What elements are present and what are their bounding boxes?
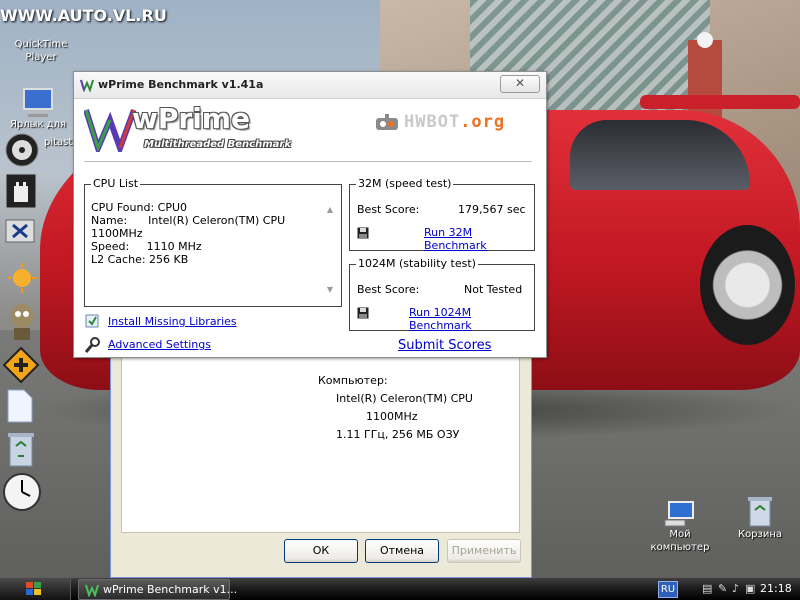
wprime-logo-icon [84,108,136,152]
taskbar: wPrime Benchmark v1... RU ▤ ✎ ♪ ▣ 21:18 [0,578,800,600]
wprime-logo-subtitle: Multithreaded Benchmark [144,139,291,150]
monitor-icon [23,88,53,117]
desktop-icon-label: компьютер [650,542,710,553]
quicktime-icon [41,22,42,38]
my-computer-icon [664,501,694,527]
hwbot-logo-prefix: HWBOT [404,112,461,132]
desktop-icon-label: pitast [44,137,73,148]
computer-label: Компьютер: [318,374,388,387]
arrows-icon[interactable] [2,346,40,384]
clock-icon[interactable] [2,472,42,512]
desktop-icon-label: Ярлык для [9,119,67,130]
run-1024m-benchmark-link[interactable]: Run 1024M Benchmark [409,306,534,332]
cpu-name-line: Intel(R) Celeron(TM) CPU [336,392,473,405]
wprime-titlebar[interactable]: wPrime Benchmark v1.41a ✕ [74,72,546,99]
taskbar-clock[interactable]: 21:18 [760,582,792,595]
desktop-icon-recycle-bin[interactable]: Корзина [730,494,790,541]
stability-best-score-value: Not Tested [464,283,523,296]
speed-best-score-label: Best Score: [357,203,420,216]
desktop-icon-my-computer[interactable]: Мой компьютер [640,500,720,554]
cd-icon [5,133,39,167]
run-32m-benchmark-link[interactable]: Run 32M Benchmark [424,226,534,252]
tray-network-icon[interactable]: ▤ [702,582,712,595]
cpu-memory-line: 1.11 ГГц, 256 МБ ОЗУ [336,428,460,441]
apply-button[interactable]: Применить [447,539,521,563]
tray-tools-icon[interactable]: ✎ [718,582,727,595]
close-icon: ✕ [514,76,526,90]
wprime-logo-text: wPrime [132,102,250,135]
language-indicator[interactable]: RU [658,581,678,598]
wprime-logo: wPrime Multithreaded Benchmark [84,102,304,154]
speed-test-group: 32M (speed test) Best Score: 179,567 sec… [349,177,535,252]
x-app-icon[interactable] [4,216,38,250]
scroll-down-icon[interactable]: ▼ [327,285,333,294]
stability-test-legend: 1024M (stability test) [356,257,478,270]
hwbot-logo-suffix: .org [460,112,506,132]
scroll-up-icon[interactable]: ▲ [327,205,333,214]
ok-button[interactable]: ОК [284,539,358,563]
cpu-list-text[interactable]: CPU Found: CPU0 Name: Intel(R) Celeron(T… [91,201,285,266]
close-button[interactable]: ✕ [500,75,540,93]
wallpaper-lamp [697,32,713,48]
desktop-icon-label: Мой [669,529,691,540]
desktop-icon-shortcut[interactable]: Ярлык для [2,86,74,131]
wallpaper-wheel [700,225,795,345]
start-button[interactable] [0,578,71,600]
wallpaper-spoiler [640,95,800,109]
tray-speaker-icon[interactable]: ♪ [732,582,739,595]
speed-best-score-value: 179,567 sec [458,203,526,216]
castle-icon[interactable] [4,172,38,210]
desktop-icon-quicktime[interactable]: QuickTime Player [6,22,76,64]
tray-lock-icon[interactable]: ▣ [745,582,755,595]
desktop-icon-label: Корзина [737,529,783,540]
windows-logo-icon [26,582,41,595]
advanced-settings-link[interactable]: Advanced Settings [108,338,211,351]
taskbar-item-label: wPrime Benchmark v1... [103,583,238,596]
stability-best-score-label: Best Score: [357,283,420,296]
hwbot-robot-icon [376,114,398,130]
header-divider [84,161,532,162]
cpu-list-legend: CPU List [91,177,141,190]
hwbot-logo-text: HWBOT.org [404,112,505,132]
stability-test-group: 1024M (stability test) Best Score: Not T… [349,257,535,332]
speed-test-legend: 32M (speed test) [356,177,454,190]
desktop-icon-label: QuickTime [14,39,68,50]
install-libraries-icon [85,314,99,328]
system-info-panel: Компьютер: Intel(R) Celeron(TM) CPU 1100… [121,351,520,533]
wprime-app-icon [80,79,94,92]
hwbot-logo: HWBOT.org [374,112,539,136]
cancel-button[interactable]: Отмена [365,539,439,563]
wprime-window-title: wPrime Benchmark v1.41a [98,78,264,91]
character-icon[interactable] [6,302,38,342]
cpu-list-group: CPU List CPU Found: CPU0 Name: Intel(R) … [84,177,342,307]
recycle-small-icon[interactable] [6,430,36,468]
save-disk-icon [357,227,369,239]
desktop-icon-label: Player [25,52,57,63]
cpu-speed-line: 1100MHz [366,410,418,423]
wprime-dialog: wPrime Benchmark v1.41a ✕ wPrime Multith… [73,71,547,358]
submit-scores-link[interactable]: Submit Scores [398,338,491,353]
install-missing-libraries-link[interactable]: Install Missing Libraries [108,315,237,328]
taskbar-item-wprime[interactable]: wPrime Benchmark v1... [78,579,237,600]
system-properties-window: Компьютер: Intel(R) Celeron(TM) CPU 1100… [110,345,532,578]
sun-icon[interactable] [6,262,38,294]
recycle-bin-icon [748,497,772,527]
file-icon[interactable] [6,388,34,424]
save-disk-icon [357,307,369,319]
wrench-icon [85,337,100,353]
wprime-task-icon [85,584,99,597]
